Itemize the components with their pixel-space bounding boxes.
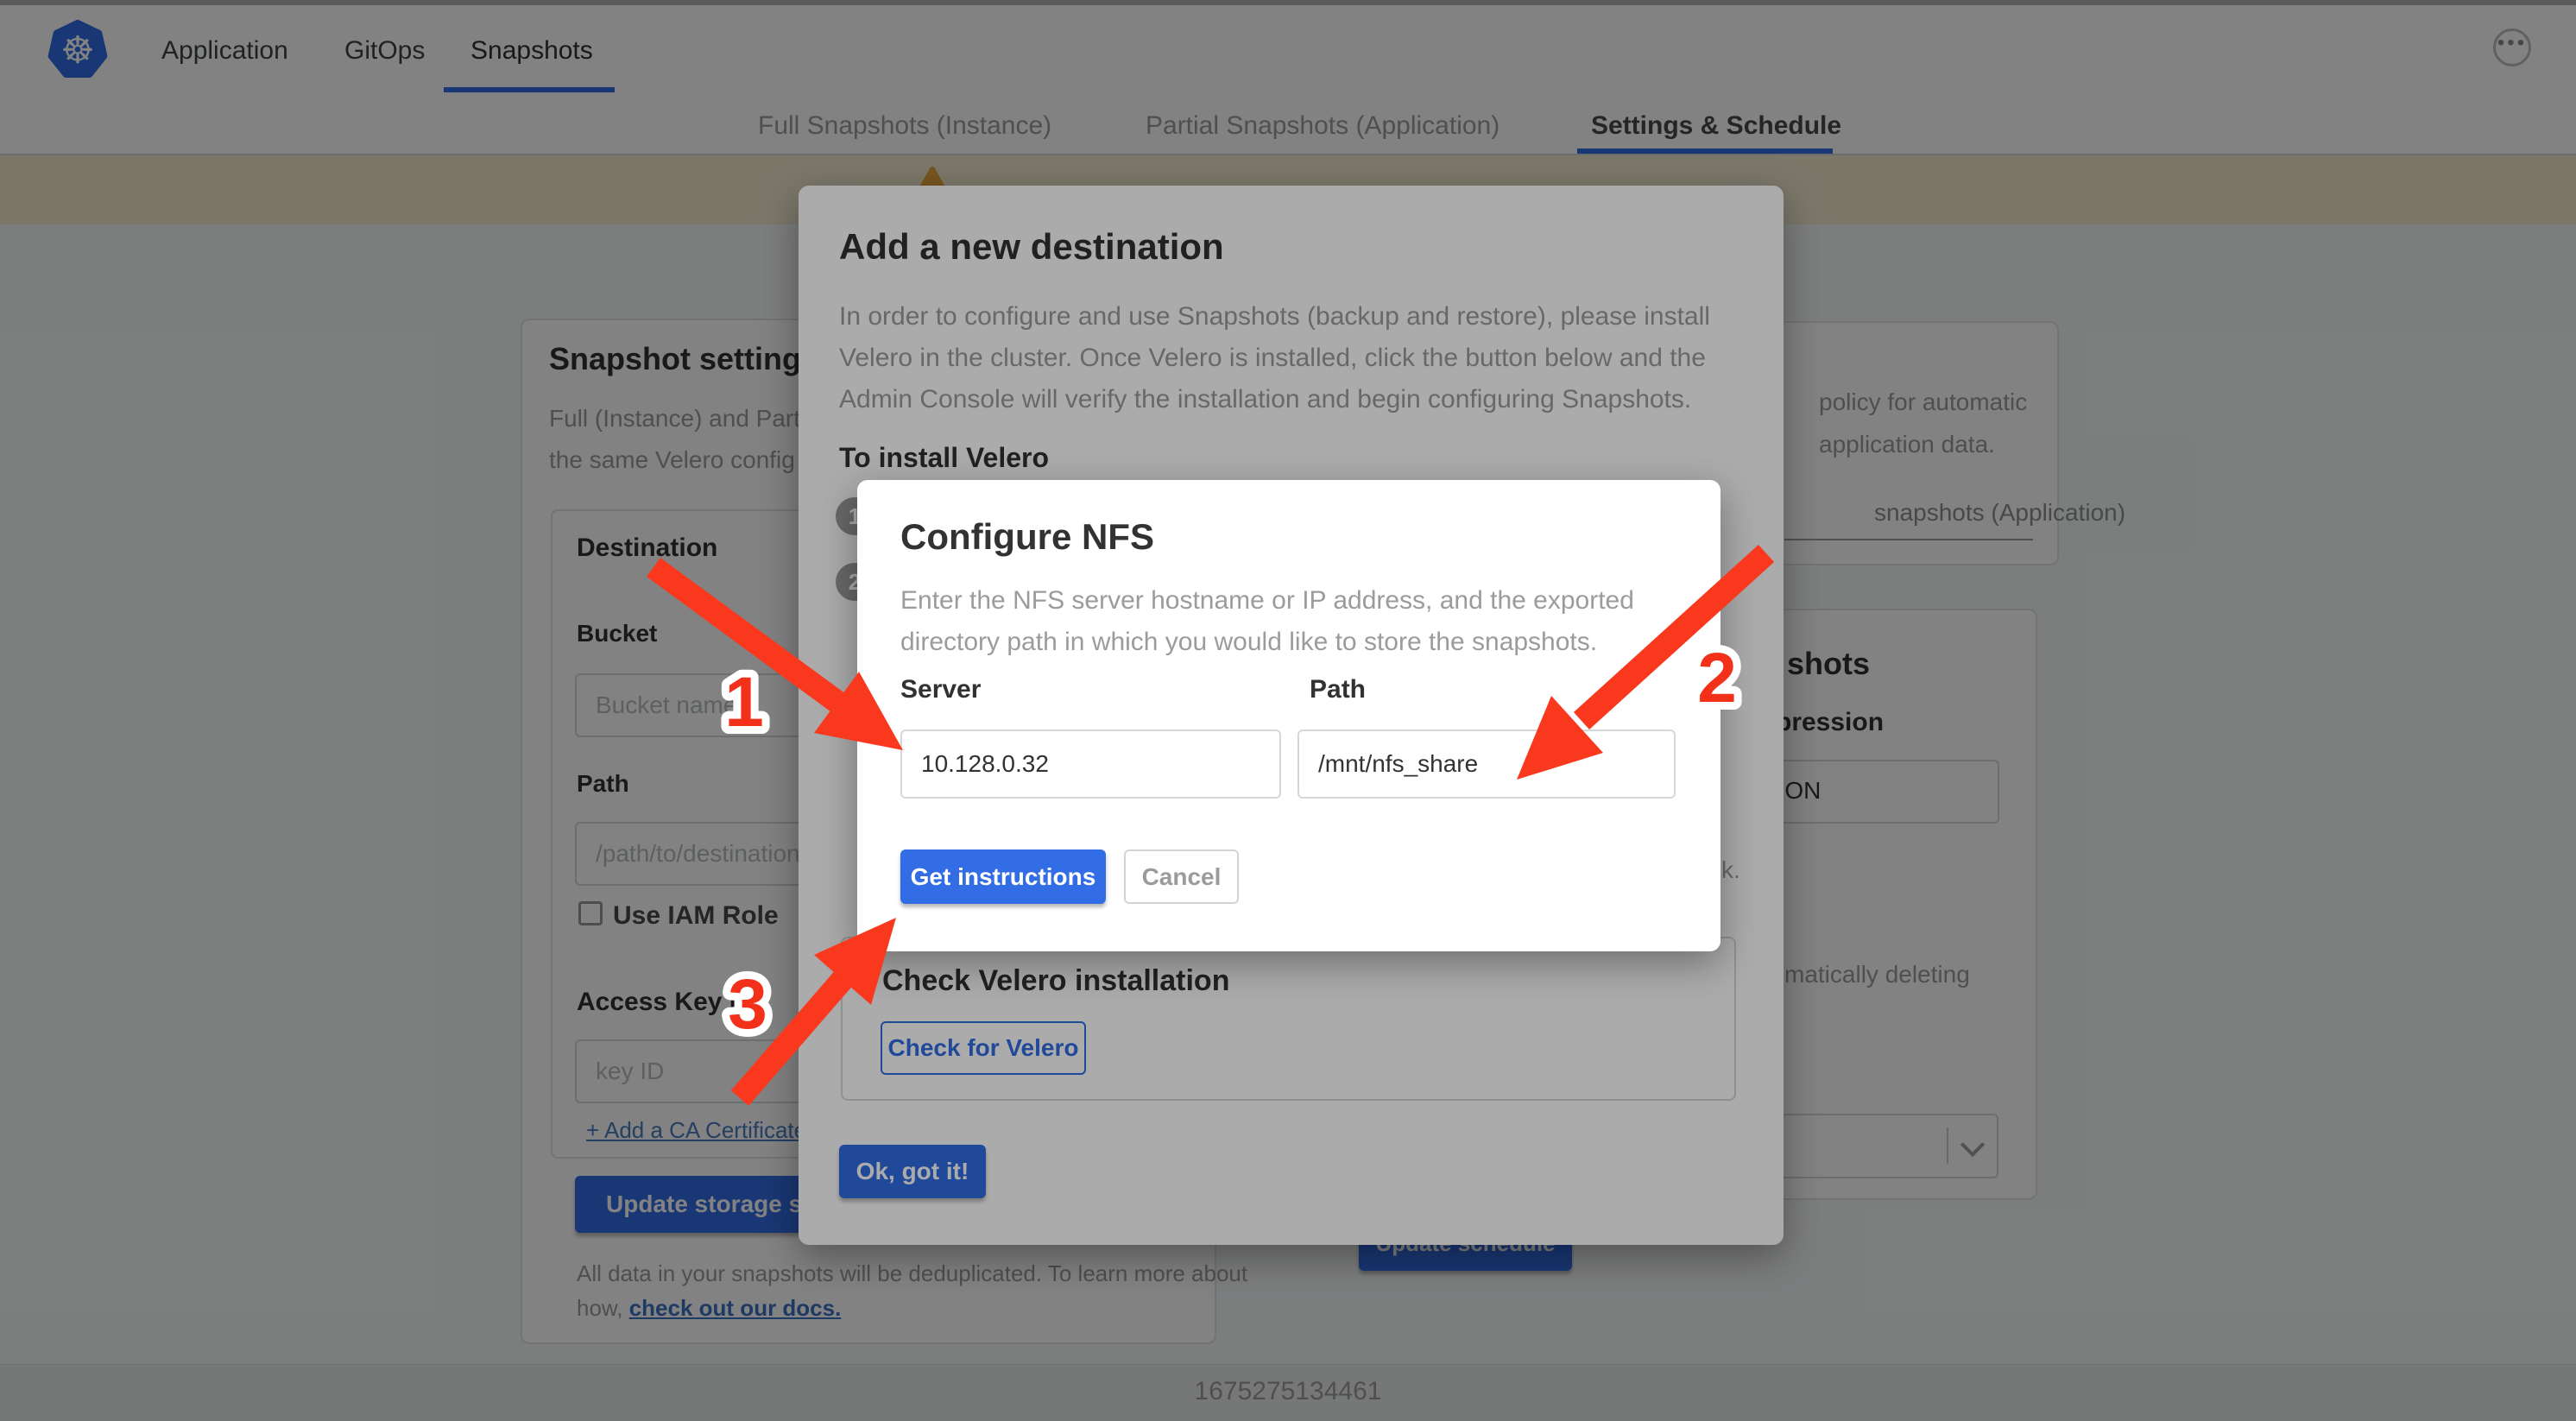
nfs-desc-line2: directory path in which you would like t… bbox=[900, 622, 1634, 663]
nfs-desc-line1: Enter the NFS server hostname or IP addr… bbox=[900, 580, 1634, 622]
configure-nfs-modal: Configure NFS Enter the NFS server hostn… bbox=[857, 480, 1720, 951]
nfs-path-label: Path bbox=[1310, 675, 1366, 704]
configure-nfs-desc: Enter the NFS server hostname or IP addr… bbox=[900, 580, 1634, 663]
get-instructions-button[interactable]: Get instructions bbox=[900, 849, 1106, 904]
server-label: Server bbox=[900, 675, 981, 704]
configure-nfs-title: Configure NFS bbox=[900, 516, 1154, 558]
server-input[interactable] bbox=[900, 729, 1281, 799]
screen: ☸ Application GitOps Snapshots ••• Full … bbox=[0, 0, 2576, 1421]
cancel-button[interactable]: Cancel bbox=[1124, 849, 1239, 904]
nfs-path-input[interactable] bbox=[1297, 729, 1676, 799]
